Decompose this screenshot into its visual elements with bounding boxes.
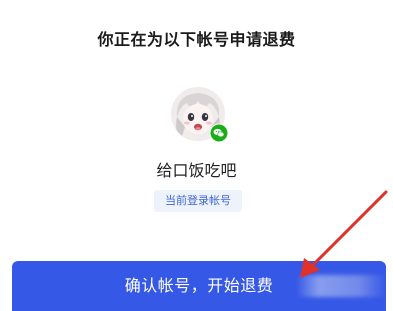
page-title: 你正在为以下帐号申请退费 — [97, 30, 296, 49]
wechat-icon — [209, 123, 229, 143]
blurred-region — [296, 275, 386, 297]
account-nickname: 给口饭吃吧 — [156, 161, 237, 180]
current-account-badge: 当前登录帐号 — [154, 190, 242, 212]
confirm-refund-button[interactable]: 确认帐号，开始退费 — [12, 261, 386, 311]
confirm-refund-label: 确认帐号，开始退费 — [124, 276, 274, 295]
account-avatar — [171, 87, 229, 143]
